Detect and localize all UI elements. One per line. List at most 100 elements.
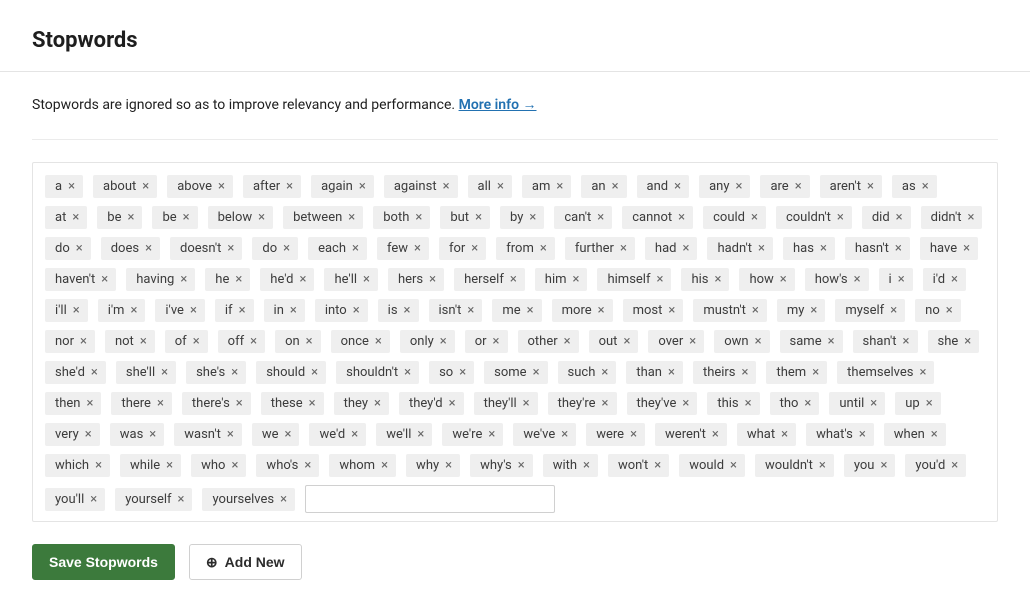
close-icon[interactable]: × <box>903 335 910 348</box>
stopword-tag[interactable]: shan't× <box>853 330 918 353</box>
close-icon[interactable]: × <box>819 459 826 472</box>
stopword-tag[interactable]: they'd× <box>399 392 464 415</box>
close-icon[interactable]: × <box>758 242 765 255</box>
stopword-tag[interactable]: a× <box>45 175 83 198</box>
stopword-tag[interactable]: have× <box>920 237 978 260</box>
stopword-tag[interactable]: by× <box>500 206 544 229</box>
stopword-tag[interactable]: all× <box>468 175 512 198</box>
stopword-tag[interactable]: with× <box>543 454 598 477</box>
close-icon[interactable]: × <box>601 366 608 379</box>
close-icon[interactable]: × <box>602 397 609 410</box>
stopword-tag[interactable]: in× <box>264 299 305 322</box>
close-icon[interactable]: × <box>745 397 752 410</box>
stopword-tag[interactable]: they× <box>334 392 389 415</box>
stopword-tag[interactable]: you× <box>844 454 896 477</box>
close-icon[interactable]: × <box>752 304 759 317</box>
stopword-tag[interactable]: they'll× <box>474 392 538 415</box>
stopword-tag[interactable]: on× <box>275 330 321 353</box>
stopword-tag[interactable]: he'll× <box>324 268 378 291</box>
close-icon[interactable]: × <box>130 304 137 317</box>
stopword-tag[interactable]: or× <box>465 330 508 353</box>
stopword-tag[interactable]: up× <box>895 392 940 415</box>
close-icon[interactable]: × <box>351 428 358 441</box>
stopword-tag[interactable]: off× <box>218 330 265 353</box>
stopword-tag[interactable]: wasn't× <box>174 423 242 446</box>
close-icon[interactable]: × <box>795 180 802 193</box>
close-icon[interactable]: × <box>712 428 719 441</box>
stopword-tag[interactable]: few× <box>377 237 429 260</box>
stopword-tag[interactable]: when× <box>884 423 946 446</box>
stopword-tag[interactable]: each× <box>308 237 367 260</box>
stopword-tag[interactable]: between× <box>283 206 363 229</box>
stopword-tag[interactable]: after× <box>243 175 301 198</box>
stopword-tag[interactable]: such× <box>558 361 617 384</box>
close-icon[interactable]: × <box>804 397 811 410</box>
close-icon[interactable]: × <box>359 180 366 193</box>
stopword-tag[interactable]: against× <box>384 175 458 198</box>
stopword-tag[interactable]: we× <box>252 423 300 446</box>
close-icon[interactable]: × <box>630 428 637 441</box>
stopword-tag[interactable]: other× <box>518 330 579 353</box>
close-icon[interactable]: × <box>895 242 902 255</box>
stopword-tag[interactable]: me× <box>492 299 541 322</box>
close-icon[interactable]: × <box>80 335 87 348</box>
close-icon[interactable]: × <box>742 366 749 379</box>
close-icon[interactable]: × <box>780 273 787 286</box>
close-icon[interactable]: × <box>440 335 447 348</box>
close-icon[interactable]: × <box>459 366 466 379</box>
close-icon[interactable]: × <box>286 180 293 193</box>
stopword-tag[interactable]: then× <box>45 392 101 415</box>
close-icon[interactable]: × <box>178 493 185 506</box>
close-icon[interactable]: × <box>180 273 187 286</box>
close-icon[interactable]: × <box>612 180 619 193</box>
stopword-tag[interactable]: are× <box>760 175 809 198</box>
close-icon[interactable]: × <box>218 180 225 193</box>
stopword-tag[interactable]: we'd× <box>309 423 366 446</box>
stopword-tag[interactable]: who's× <box>256 454 319 477</box>
close-icon[interactable]: × <box>239 304 246 317</box>
stopword-tag[interactable]: what's× <box>806 423 874 446</box>
stopword-tag[interactable]: into× <box>315 299 368 322</box>
close-icon[interactable]: × <box>623 335 630 348</box>
close-icon[interactable]: × <box>967 211 974 224</box>
close-icon[interactable]: × <box>820 242 827 255</box>
close-icon[interactable]: × <box>657 273 664 286</box>
stopword-tag[interactable]: mustn't× <box>693 299 767 322</box>
close-icon[interactable]: × <box>140 335 147 348</box>
stopword-tag[interactable]: having× <box>126 268 195 291</box>
stopword-tag[interactable]: yourself× <box>115 488 192 511</box>
close-icon[interactable]: × <box>837 211 844 224</box>
stopword-tag[interactable]: again× <box>311 175 374 198</box>
stopword-tag[interactable]: but× <box>440 206 490 229</box>
stopword-tag[interactable]: she's× <box>186 361 246 384</box>
close-icon[interactable]: × <box>85 428 92 441</box>
close-icon[interactable]: × <box>714 273 721 286</box>
stopword-tag[interactable]: do× <box>45 237 91 260</box>
stopword-tag[interactable]: i× <box>879 268 913 291</box>
stopword-tag[interactable]: has× <box>783 237 835 260</box>
close-icon[interactable]: × <box>781 428 788 441</box>
close-icon[interactable]: × <box>533 366 540 379</box>
close-icon[interactable]: × <box>363 273 370 286</box>
close-icon[interactable]: × <box>854 273 861 286</box>
stopword-tag[interactable]: does× <box>101 237 160 260</box>
stopword-tag[interactable]: very× <box>45 423 100 446</box>
stopword-tag[interactable]: he× <box>205 268 250 291</box>
close-icon[interactable]: × <box>890 304 897 317</box>
close-icon[interactable]: × <box>183 211 190 224</box>
stopword-tag[interactable]: how× <box>739 268 794 291</box>
close-icon[interactable]: × <box>963 242 970 255</box>
close-icon[interactable]: × <box>510 273 517 286</box>
close-icon[interactable]: × <box>280 493 287 506</box>
close-icon[interactable]: × <box>374 397 381 410</box>
stopword-tag[interactable]: them× <box>766 361 827 384</box>
close-icon[interactable]: × <box>561 428 568 441</box>
close-icon[interactable]: × <box>931 428 938 441</box>
close-icon[interactable]: × <box>311 366 318 379</box>
stopword-tag[interactable]: who× <box>191 454 246 477</box>
close-icon[interactable]: × <box>443 180 450 193</box>
close-icon[interactable]: × <box>810 304 817 317</box>
close-icon[interactable]: × <box>127 211 134 224</box>
stopword-tag[interactable]: so× <box>429 361 474 384</box>
close-icon[interactable]: × <box>429 273 436 286</box>
